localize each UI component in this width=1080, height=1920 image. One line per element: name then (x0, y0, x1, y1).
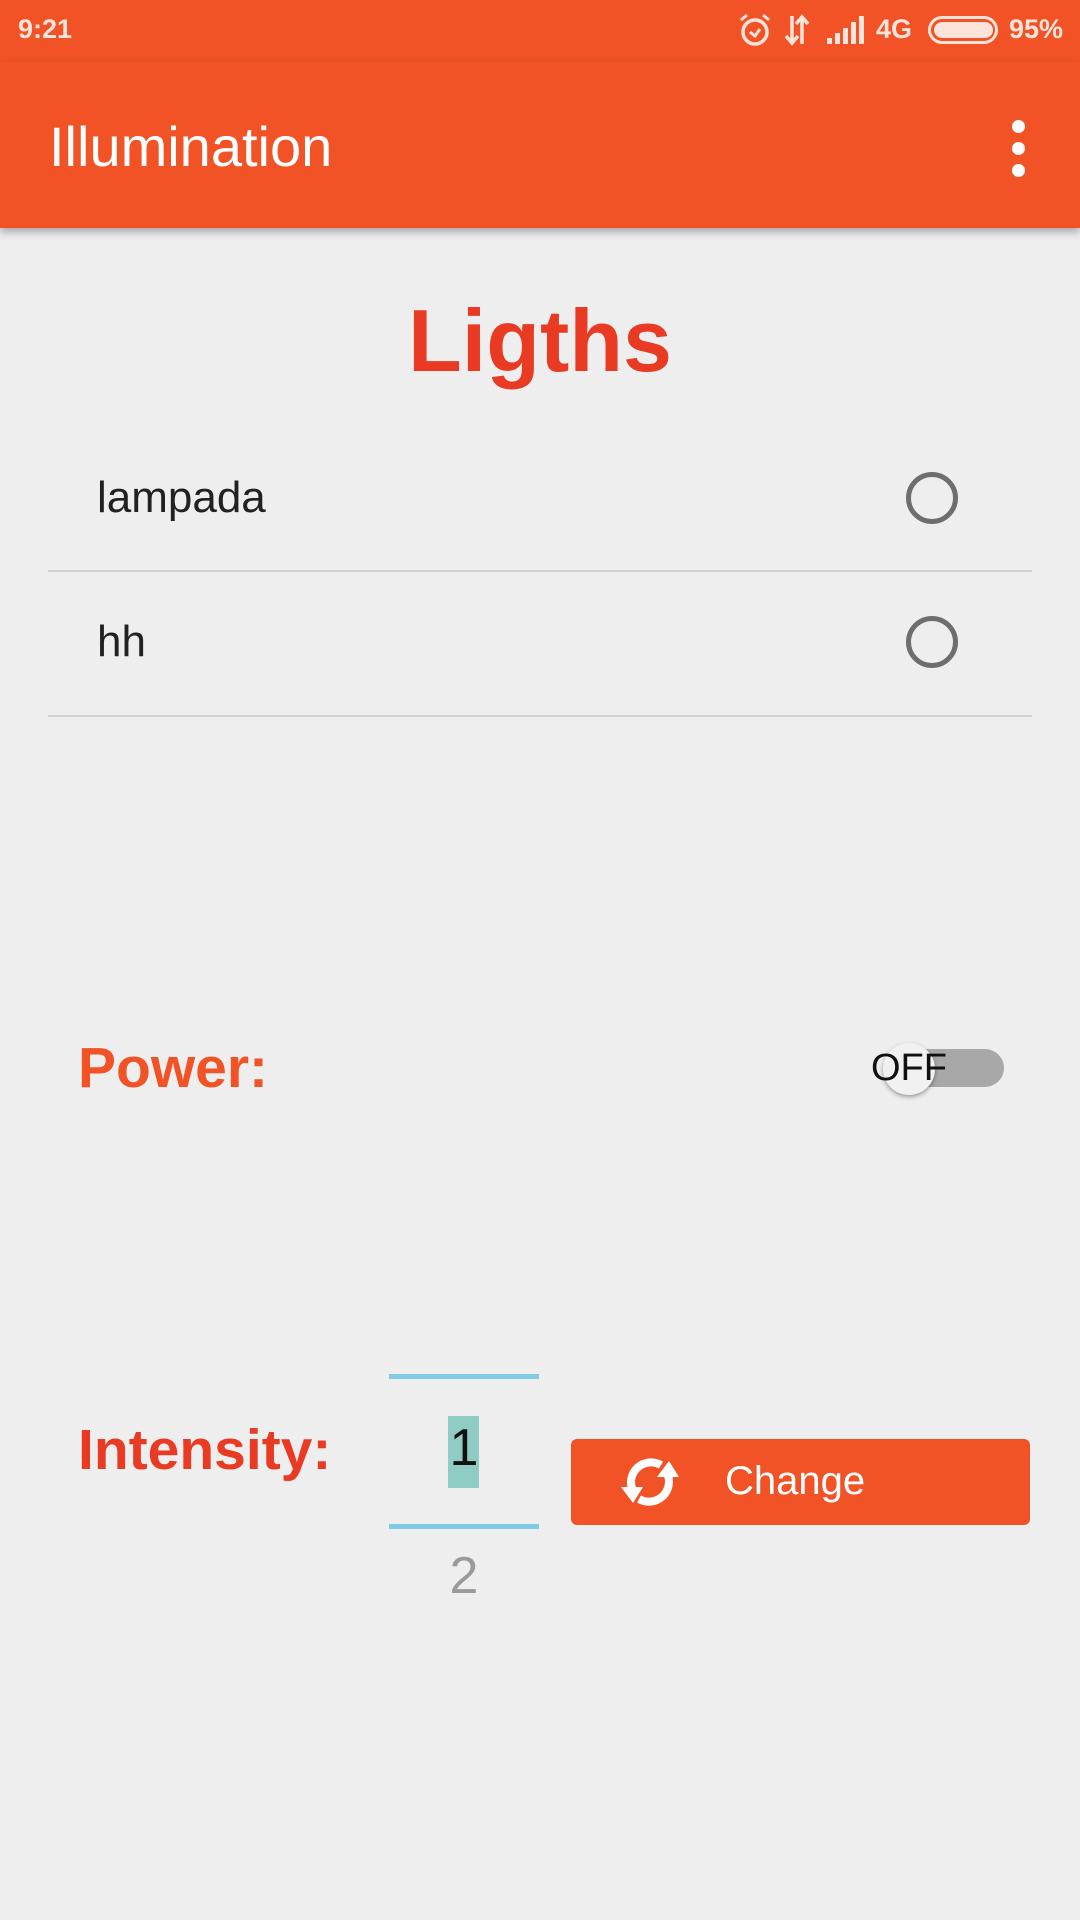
power-label: Power: (78, 1036, 269, 1100)
light-radio-button[interactable] (906, 472, 958, 524)
page-heading: Ligths (408, 291, 672, 390)
app-title: Illumination (49, 115, 333, 178)
network-type: 4G (876, 14, 913, 44)
light-radio-button[interactable] (906, 616, 958, 668)
refresh-icon (621, 1458, 679, 1506)
intensity-picker-value[interactable]: 1 (389, 1418, 539, 1478)
intensity-label: Intensity: (78, 1418, 332, 1482)
picker-divider-top (389, 1374, 539, 1379)
alarm-icon (740, 13, 770, 46)
battery-icon (928, 16, 998, 44)
light-name: lampada (97, 473, 266, 522)
intensity-picker-next[interactable]: 2 (389, 1546, 539, 1606)
more-vert-icon[interactable] (1012, 120, 1026, 186)
divider (48, 570, 1032, 572)
change-button-label: Change (725, 1459, 866, 1503)
light-name: hh (97, 617, 146, 666)
signal-icon (827, 16, 864, 44)
app-toolbar: Illumination (0, 62, 1080, 228)
picker-divider-bottom (389, 1524, 539, 1529)
battery-percent: 95% (1009, 14, 1064, 44)
divider (48, 715, 1032, 717)
switch-state-text: OFF (871, 1047, 947, 1089)
data-transfer-icon (784, 14, 810, 46)
status-time: 9:21 (18, 14, 73, 44)
status-bar: 9:21 4G 95% (0, 0, 1080, 62)
change-button[interactable]: Change (571, 1439, 1030, 1525)
